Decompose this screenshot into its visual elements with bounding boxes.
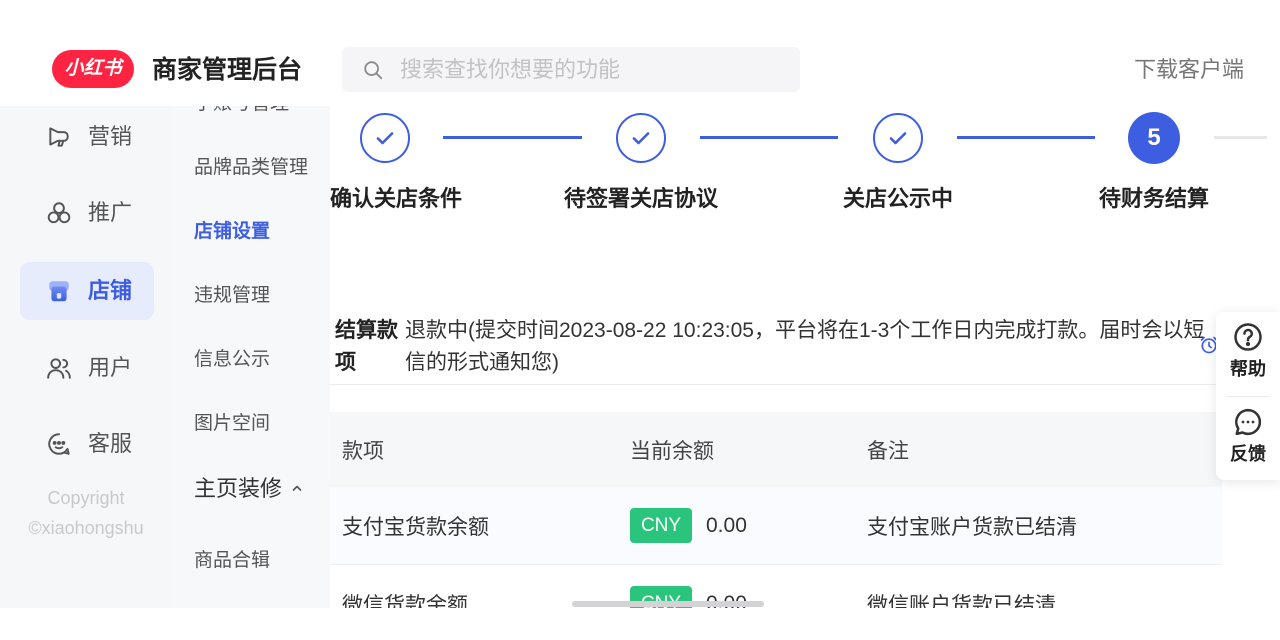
table-header: 款项 当前余额 备注 xyxy=(330,412,1222,487)
sidebar-item-label: 店铺 xyxy=(88,278,133,303)
sidebar-item-users[interactable]: 用户 xyxy=(20,339,154,397)
feedback-label: 反馈 xyxy=(1230,444,1266,464)
row-balance: CNY 0.00 xyxy=(630,487,747,564)
copyright-owner: ©xiaohongshu xyxy=(28,518,144,538)
sidebar-item-promotion[interactable]: 推广 xyxy=(20,184,154,242)
xiaohongshu-logo[interactable]: 小红书 xyxy=(52,50,134,88)
subnav-item-image-space[interactable]: 图片空间 xyxy=(194,409,270,439)
settlement-label: 结算款项 xyxy=(335,319,398,374)
step-connector xyxy=(957,136,1095,139)
subnav-item-sub-accounts[interactable]: 子账号管理 xyxy=(194,106,289,119)
step-label: 待财务结算 xyxy=(1098,186,1209,211)
search-icon xyxy=(362,59,384,81)
row-note: 支付宝账户货款已结清 xyxy=(867,515,1077,539)
primary-sidebar: 营销 推广 店铺 用户 客服 Copyright ©xiaohongshu xyxy=(0,106,172,608)
check-icon xyxy=(889,132,907,145)
subnav-item-product-collection[interactable]: 商品合辑 xyxy=(194,546,270,576)
sidebar-item-marketing[interactable]: 营销 xyxy=(20,108,154,166)
search-input[interactable] xyxy=(400,47,790,92)
users-icon xyxy=(46,355,72,381)
feedback-button[interactable]: 反馈 xyxy=(1216,397,1280,481)
subnav-item-violations[interactable]: 违规管理 xyxy=(194,281,270,311)
table-row: 支付宝货款余额 CNY 0.00 支付宝账户货款已结清 xyxy=(330,487,1222,565)
subnav-item-info-disclosure[interactable]: 信息公示 xyxy=(194,345,270,375)
check-icon xyxy=(632,132,650,145)
settlement-message: 退款中(提交时间2023-08-22 10:23:05，平台将在1-3个工作日内… xyxy=(405,319,1205,374)
secondary-sidebar: 子账号管理 品牌品类管理 店铺设置 违规管理 信息公示 图片空间 主页装修 商品… xyxy=(172,106,330,608)
top-header: 小红书 商家管理后台 下载客户端 xyxy=(0,0,1280,106)
shop-icon xyxy=(46,278,72,304)
step-4-current: 5 xyxy=(1128,112,1180,164)
megaphone-icon xyxy=(46,124,72,150)
download-client-link[interactable]: 下载客户端 xyxy=(1134,54,1244,86)
step-label: 确认关店条件 xyxy=(330,186,463,211)
chevron-up-icon xyxy=(291,482,303,494)
currency-badge: CNY xyxy=(630,508,692,543)
help-icon xyxy=(1234,323,1262,351)
step-connector xyxy=(443,136,582,139)
promotion-circles-icon xyxy=(46,200,72,226)
feedback-icon xyxy=(1235,408,1262,436)
step-3-done xyxy=(873,113,923,163)
sidebar-item-label: 营销 xyxy=(88,124,133,149)
copyright-label: Copyright xyxy=(47,488,125,508)
step-label: 关店公示中 xyxy=(842,186,953,211)
amount-value: 0.00 xyxy=(706,513,747,537)
sidebar-item-label: 用户 xyxy=(88,355,133,380)
step-connector xyxy=(700,136,838,139)
subnav-item-shop-settings[interactable]: 店铺设置 xyxy=(194,217,270,247)
step-2-done xyxy=(616,113,666,163)
column-header-note: 备注 xyxy=(867,439,909,463)
column-header-item: 款项 xyxy=(342,439,384,463)
help-label: 帮助 xyxy=(1230,359,1266,379)
section-divider xyxy=(330,384,1222,385)
horizontal-scrollbar[interactable] xyxy=(572,601,764,607)
check-icon xyxy=(376,132,394,145)
column-header-balance: 当前余额 xyxy=(630,439,714,463)
subnav-group-homepage-decoration[interactable]: 主页装修 xyxy=(194,472,303,506)
step-label: 待签署关店协议 xyxy=(563,186,718,211)
sidebar-item-shop[interactable]: 店铺 xyxy=(20,262,154,320)
search-box[interactable] xyxy=(342,47,800,92)
sidebar-item-label: 客服 xyxy=(88,431,133,456)
step-connector-pending xyxy=(1214,136,1267,139)
sidebar-item-customer-service[interactable]: 客服 xyxy=(20,415,154,473)
merchant-admin-page: 小红书 商家管理后台 下载客户端 营销 xyxy=(0,0,1280,640)
app-title: 商家管理后台 xyxy=(152,56,303,84)
floating-help-panel: 帮助 反馈 xyxy=(1216,312,1280,480)
customer-service-icon xyxy=(46,431,72,457)
subnav-group-label: 主页装修 xyxy=(194,476,283,501)
sidebar-item-label: 推广 xyxy=(88,200,133,225)
help-button[interactable]: 帮助 xyxy=(1216,312,1280,396)
page-bottom-edge xyxy=(0,608,1280,640)
step-1-done xyxy=(360,113,410,163)
subnav-item-brand-category[interactable]: 品牌品类管理 xyxy=(194,153,308,183)
row-item: 支付宝货款余额 xyxy=(342,515,489,539)
